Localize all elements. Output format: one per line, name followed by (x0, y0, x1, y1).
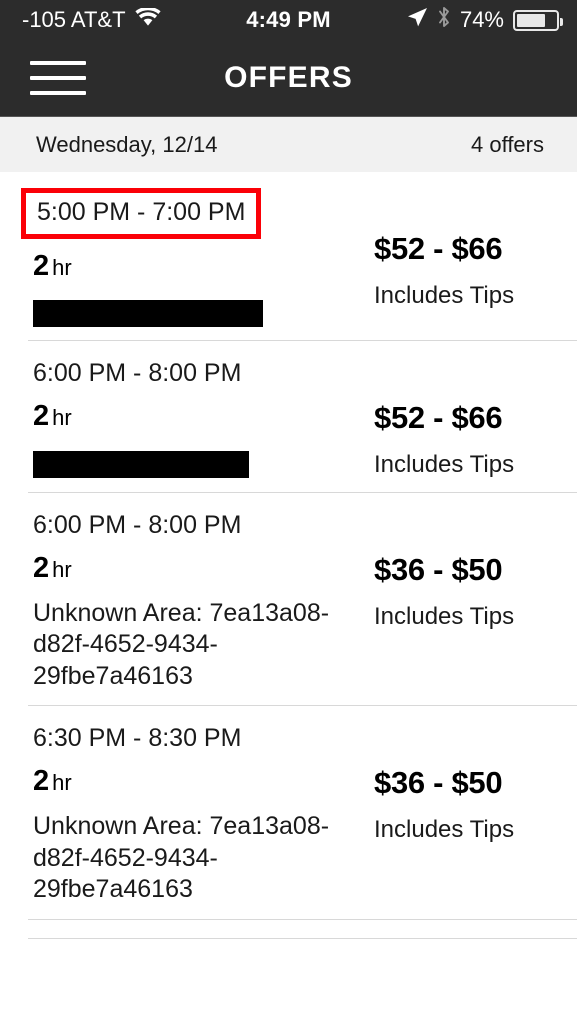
offer-duration-unit: hr (52, 556, 72, 582)
offer-row[interactable]: 5:00 PM - 7:00 PM 2 hr $52 - $66 Includes Ti… (0, 172, 577, 342)
offer-tips-note: Includes Tips (374, 816, 515, 844)
offer-tips-note: Includes Tips (374, 602, 515, 630)
offer-area-label: Unknown Area: 7ea13a08-d82f-4652-9434-29… (33, 598, 330, 690)
offer-pay: $36 - $50 Includes Tips (355, 722, 577, 844)
offer-row[interactable]: 6:00 PM - 8:00 PM 2 hr Unknown Area: 7ea13a… (0, 493, 577, 707)
offer-duration-value: 2 (33, 400, 50, 433)
offer-price-range: $52 - $66 (374, 231, 503, 266)
location-arrow-icon (406, 6, 428, 34)
offer-tips-note: Includes Tips (374, 282, 515, 310)
section-date-label: Wednesday, 12/14 (36, 131, 218, 157)
offer-tips-note: Includes Tips (374, 451, 515, 479)
carrier-label: -105 AT&T (22, 7, 126, 32)
section-header: Wednesday, 12/14 4 offers (0, 117, 577, 172)
offer-details: 6:30 PM - 8:30 PM 2 hr Unknown Area: 7ea13a… (0, 722, 355, 905)
offer-details: 5:00 PM - 7:00 PM 2 hr (0, 188, 355, 328)
wifi-icon (134, 6, 161, 33)
offer-details: 6:00 PM - 8:00 PM 2 hr Unknown Area: 7ea13a… (0, 509, 355, 692)
list-bottom-divider (28, 937, 577, 939)
offer-pay: $52 - $66 Includes Tips (355, 188, 577, 309)
offer-area-redacted (33, 451, 249, 479)
offer-price-range: $52 - $66 (374, 400, 503, 436)
navigation-bar: OFFERS (0, 40, 577, 117)
offer-time: 6:30 PM - 8:30 PM (33, 724, 242, 753)
offer-pay: $52 - $66 Includes Tips (355, 357, 577, 479)
offer-duration-value: 2 (33, 249, 50, 282)
offer-row-content: 5:00 PM - 7:00 PM 2 hr $52 - $66 Includes Ti… (0, 188, 577, 328)
offer-area-redacted (33, 300, 263, 328)
status-bar-left: -105 AT&T (0, 6, 161, 33)
offers-list: 5:00 PM - 7:00 PM 2 hr $52 - $66 Includes Ti… (0, 172, 577, 920)
battery-percent-label: 74% (459, 7, 504, 32)
offer-duration-unit: hr (52, 254, 72, 280)
section-offer-count: 4 offers (471, 131, 544, 157)
offer-price-range: $36 - $50 (374, 765, 503, 801)
offer-duration-unit: hr (52, 770, 72, 796)
offer-row[interactable]: 6:00 PM - 8:00 PM 2 hr $52 - $66 Includes Ti… (0, 341, 577, 493)
offer-time: 6:00 PM - 8:00 PM (33, 510, 242, 539)
offer-area-label: Unknown Area: 7ea13a08-d82f-4652-9434-29… (33, 812, 330, 904)
offer-row-content: 6:00 PM - 8:00 PM 2 hr Unknown Area: 7ea13a… (0, 509, 577, 692)
status-bar: -105 AT&T 4:49 PM 74% (0, 0, 577, 40)
offer-row-content: 6:00 PM - 8:00 PM 2 hr $52 - $66 Includes Ti… (0, 357, 577, 478)
offer-duration-unit: hr (52, 405, 72, 431)
page-title: OFFERS (224, 61, 353, 94)
offer-row[interactable]: 6:30 PM - 8:30 PM 2 hr Unknown Area: 7ea13a… (0, 706, 577, 920)
offer-duration-value: 2 (33, 765, 50, 798)
offer-row-content: 6:30 PM - 8:30 PM 2 hr Unknown Area: 7ea13a… (0, 722, 577, 905)
offer-pay: $36 - $50 Includes Tips (355, 509, 577, 630)
offer-time-highlighted: 5:00 PM - 7:00 PM (21, 188, 262, 239)
battery-icon (513, 9, 563, 31)
offer-duration: 2 hr (33, 249, 355, 283)
offer-duration: 2 hr (33, 765, 355, 798)
offer-details: 6:00 PM - 8:00 PM 2 hr (0, 357, 355, 479)
offer-price-range: $36 - $50 (374, 551, 503, 587)
offer-time: 6:00 PM - 8:00 PM (33, 359, 242, 388)
offer-duration-value: 2 (33, 551, 50, 584)
status-bar-right: 74% (406, 5, 577, 35)
bluetooth-icon (437, 5, 451, 35)
offer-duration: 2 hr (33, 400, 355, 433)
offer-row-divider (28, 918, 577, 920)
offer-duration: 2 hr (33, 551, 355, 585)
app-screen: -105 AT&T 4:49 PM 74% OFFERS Wednesday, … (0, 0, 577, 1024)
